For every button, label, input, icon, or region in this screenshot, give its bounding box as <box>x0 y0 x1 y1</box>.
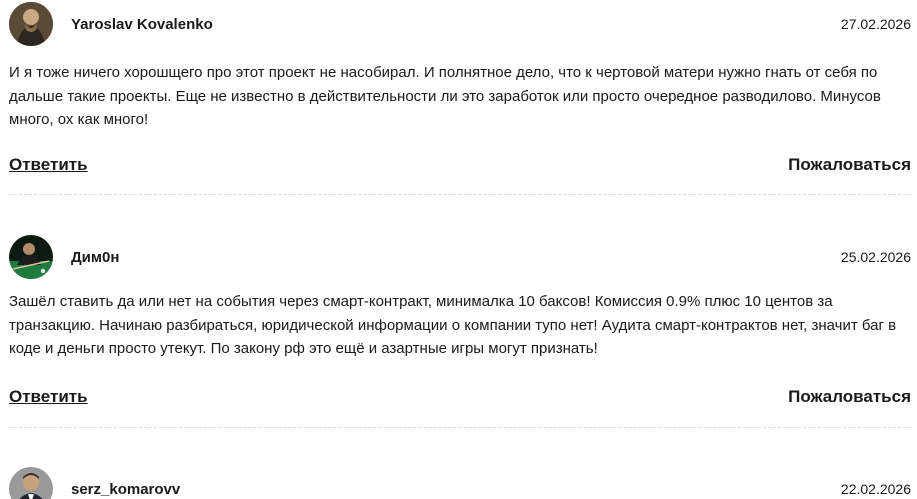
comment-text: И я тоже ничего хорошщего про этот проек… <box>9 64 881 128</box>
avatar[interactable] <box>9 235 53 279</box>
comment-author: Дим0н <box>71 249 120 266</box>
user-photo-icon <box>9 2 53 46</box>
comment-date: 25.02.2026 <box>840 249 911 265</box>
reply-link[interactable]: Ответить <box>9 387 88 407</box>
comment-date: 22.02.2026 <box>840 481 911 497</box>
comment-header: serz_komarovv 22.02.2026 <box>9 467 911 499</box>
report-link[interactable]: Пожаловаться <box>788 387 911 407</box>
comment-author: Yaroslav Kovalenko <box>71 16 213 33</box>
comment-author: serz_komarovv <box>71 481 181 498</box>
comment-divider <box>9 427 911 428</box>
comment-item: Yaroslav Kovalenko 27.02.2026 И я тоже н… <box>9 2 911 174</box>
comment-header: Дим0н 25.02.2026 <box>9 235 911 283</box>
avatar[interactable] <box>9 2 53 46</box>
report-link[interactable]: Пожаловаться <box>788 155 911 175</box>
comment-divider <box>9 194 911 195</box>
billiards-photo-icon <box>9 235 53 279</box>
comment-item: Дим0н 25.02.2026 Зашёл ставить да или не… <box>9 235 911 406</box>
comment-header: Yaroslav Kovalenko 27.02.2026 <box>9 2 911 50</box>
comment-actions: Ответить Пожаловаться <box>9 155 911 177</box>
comment-actions: Ответить Пожаловаться <box>9 387 911 409</box>
comment-text: Зашёл ставить да или нет на события чере… <box>9 293 897 357</box>
reply-link[interactable]: Ответить <box>9 155 88 175</box>
comment-item: serz_komarovv 22.02.2026 <box>9 467 911 499</box>
man-in-suit-photo-icon <box>9 467 53 499</box>
comment-date: 27.02.2026 <box>840 16 911 32</box>
avatar[interactable] <box>9 467 53 499</box>
